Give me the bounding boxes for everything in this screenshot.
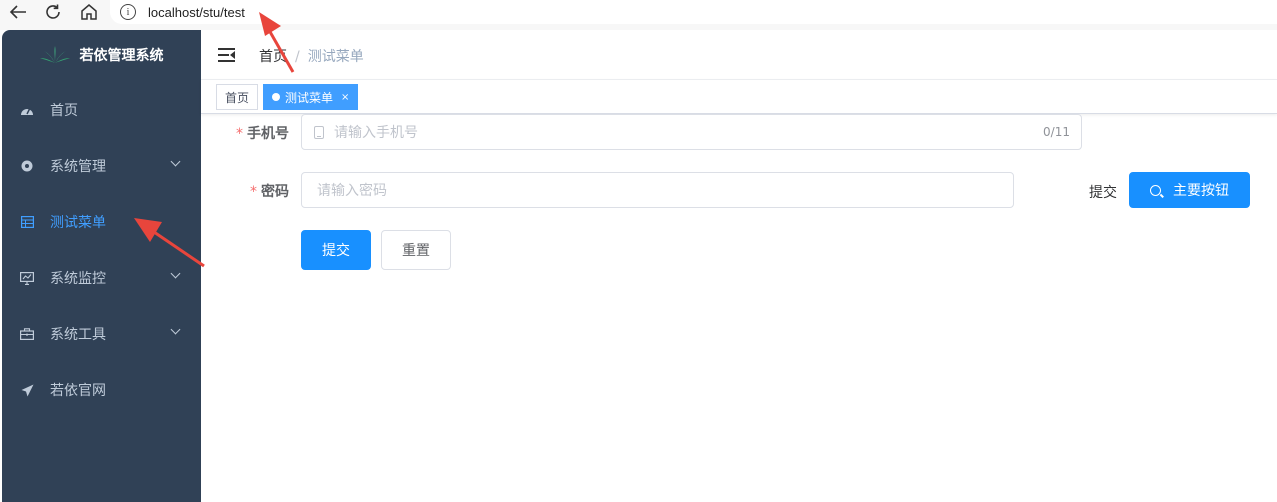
password-placeholder: 请输入密码 (317, 183, 387, 199)
sidebar-item-label: 系统管理 (50, 159, 106, 175)
home-icon[interactable] (75, 0, 103, 24)
submit-button[interactable]: 提交 (301, 230, 371, 270)
active-dot-icon (272, 93, 280, 101)
chevron-down-icon (170, 156, 181, 167)
tag-test-menu[interactable]: 测试菜单 × (263, 84, 359, 110)
sidebar-item-system-management[interactable]: 系统管理 (2, 138, 201, 194)
table-icon (20, 215, 34, 229)
sidebar-item-label: 若依官网 (50, 383, 106, 399)
password-input[interactable]: 请输入密码 (301, 172, 1014, 208)
phone-placeholder: 请输入手机号 (334, 125, 418, 141)
phone-label: * 手机号 (236, 126, 289, 142)
primary-button[interactable]: 主要按钮 (1129, 172, 1250, 208)
reload-icon[interactable] (39, 0, 67, 24)
paper-plane-icon (20, 383, 34, 397)
breadcrumb-current: 测试菜单 (307, 49, 364, 65)
sidebar-item-label: 系统监控 (50, 271, 106, 287)
sidebar-item-home[interactable]: 首页 (2, 82, 201, 138)
browser-toolbar: i localhost/stu/test (0, 0, 1277, 30)
sidebar-item-label: 系统工具 (50, 327, 106, 343)
url-text: localhost/stu/test (148, 4, 245, 20)
logo-title: 若依管理系统 (79, 48, 164, 64)
sidebar-item-label: 测试菜单 (50, 215, 106, 231)
phone-input[interactable]: 请输入手机号 0/11 (301, 114, 1082, 150)
annotation-arrow-menu (134, 218, 205, 268)
site-info-icon[interactable]: i (120, 4, 136, 20)
inline-submit-text[interactable]: 提交 (1089, 182, 1117, 202)
sidebar-item-ruoyi-website[interactable]: 若依官网 (2, 362, 201, 418)
tags-view: 首页 测试菜单 × (201, 80, 1277, 114)
annotation-arrow-url (259, 12, 295, 73)
dashboard-icon (20, 103, 34, 117)
chevron-down-icon (170, 324, 181, 335)
password-label: * 密码 (250, 184, 289, 200)
hamburger-icon[interactable] (218, 48, 235, 62)
back-icon[interactable] (4, 0, 32, 24)
navbar: 首页 / 测试菜单 (201, 30, 1277, 80)
sidebar-logo[interactable]: 若依管理系统 (2, 30, 201, 80)
sidebar-item-label: 首页 (50, 103, 78, 119)
tag-label: 测试菜单 (285, 90, 334, 105)
close-icon[interactable]: × (341, 92, 349, 103)
toolbox-icon (20, 327, 34, 341)
char-count: 0/11 (1043, 125, 1070, 139)
monitor-icon (20, 271, 34, 285)
reset-button[interactable]: 重置 (381, 230, 451, 270)
tag-label: 首页 (225, 90, 250, 105)
required-mark: * (250, 184, 257, 200)
required-mark: * (236, 126, 243, 142)
sidebar-item-system-tools[interactable]: 系统工具 (2, 306, 201, 362)
gear-icon (20, 159, 34, 173)
search-icon (1150, 184, 1161, 196)
logo-icon (39, 46, 70, 63)
tag-home[interactable]: 首页 (216, 84, 259, 110)
mobile-phone-icon (314, 125, 324, 139)
